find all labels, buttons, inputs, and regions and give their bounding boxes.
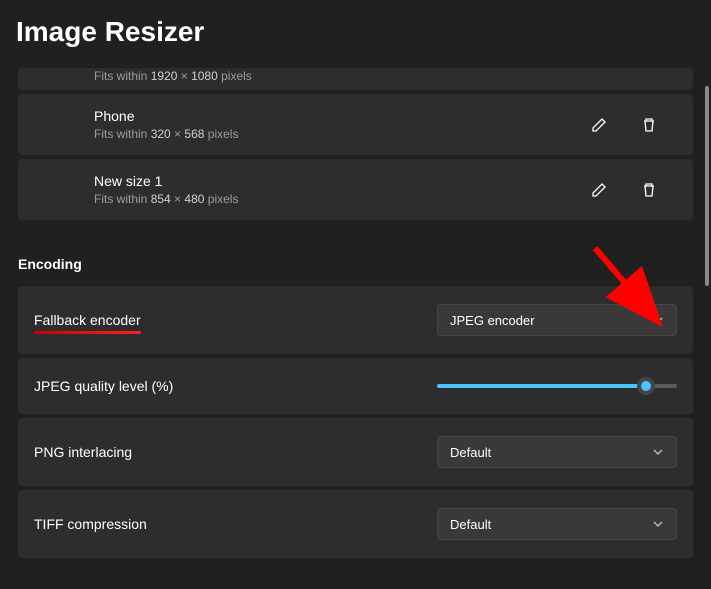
preset-name: Phone <box>94 108 583 124</box>
png-interlacing-select[interactable]: Default <box>437 436 677 468</box>
preset-card-newsize[interactable]: New size 1 Fits within 854 × 480 pixels <box>18 159 693 220</box>
preset-dimensions: Fits within 1920 × 1080 pixels <box>94 69 677 83</box>
setting-label: PNG interlacing <box>34 444 437 460</box>
trash-icon <box>641 182 657 198</box>
setting-label: JPEG quality level (%) <box>34 378 437 394</box>
pencil-icon <box>591 182 607 198</box>
tiff-compression-select[interactable]: Default <box>437 508 677 540</box>
delete-button[interactable] <box>633 174 665 206</box>
setting-fallback-encoder: Fallback encoder JPEG encoder <box>18 286 693 354</box>
chevron-down-icon <box>652 314 664 326</box>
preset-info: Phone Fits within 320 × 568 pixels <box>94 108 583 141</box>
preset-dimensions: Fits within 854 × 480 pixels <box>94 192 583 206</box>
preset-card-phone[interactable]: Phone Fits within 320 × 568 pixels <box>18 94 693 155</box>
preset-name: New size 1 <box>94 173 583 189</box>
preset-info: New size 1 Fits within 854 × 480 pixels <box>94 173 583 206</box>
preset-dimensions: Fits within 320 × 568 pixels <box>94 127 583 141</box>
setting-label: Fallback encoder <box>34 312 437 328</box>
preset-info: Fits within 1920 × 1080 pixels <box>94 69 677 83</box>
slider-fill <box>437 384 646 388</box>
edit-button[interactable] <box>583 109 615 141</box>
preset-actions <box>583 174 665 206</box>
jpeg-quality-slider[interactable] <box>437 376 677 396</box>
setting-jpeg-quality: JPEG quality level (%) <box>18 358 693 414</box>
content-area: Fits within 1920 × 1080 pixels Phone Fit… <box>0 68 711 588</box>
chevron-down-icon <box>652 518 664 530</box>
setting-png-interlacing: PNG interlacing Default <box>18 418 693 486</box>
section-header-encoding: Encoding <box>18 256 693 272</box>
preset-card-partial[interactable]: Fits within 1920 × 1080 pixels <box>18 68 693 90</box>
scrollbar[interactable] <box>705 66 709 446</box>
setting-tiff-compression: TIFF compression Default <box>18 490 693 558</box>
header: Image Resizer <box>0 0 711 68</box>
trash-icon <box>641 117 657 133</box>
delete-button[interactable] <box>633 109 665 141</box>
scrollbar-thumb[interactable] <box>705 86 709 286</box>
chevron-down-icon <box>652 446 664 458</box>
slider-thumb[interactable] <box>637 377 655 395</box>
preset-actions <box>583 109 665 141</box>
page-title: Image Resizer <box>16 16 695 48</box>
pencil-icon <box>591 117 607 133</box>
edit-button[interactable] <box>583 174 615 206</box>
fallback-encoder-select[interactable]: JPEG encoder <box>437 304 677 336</box>
setting-label: TIFF compression <box>34 516 437 532</box>
